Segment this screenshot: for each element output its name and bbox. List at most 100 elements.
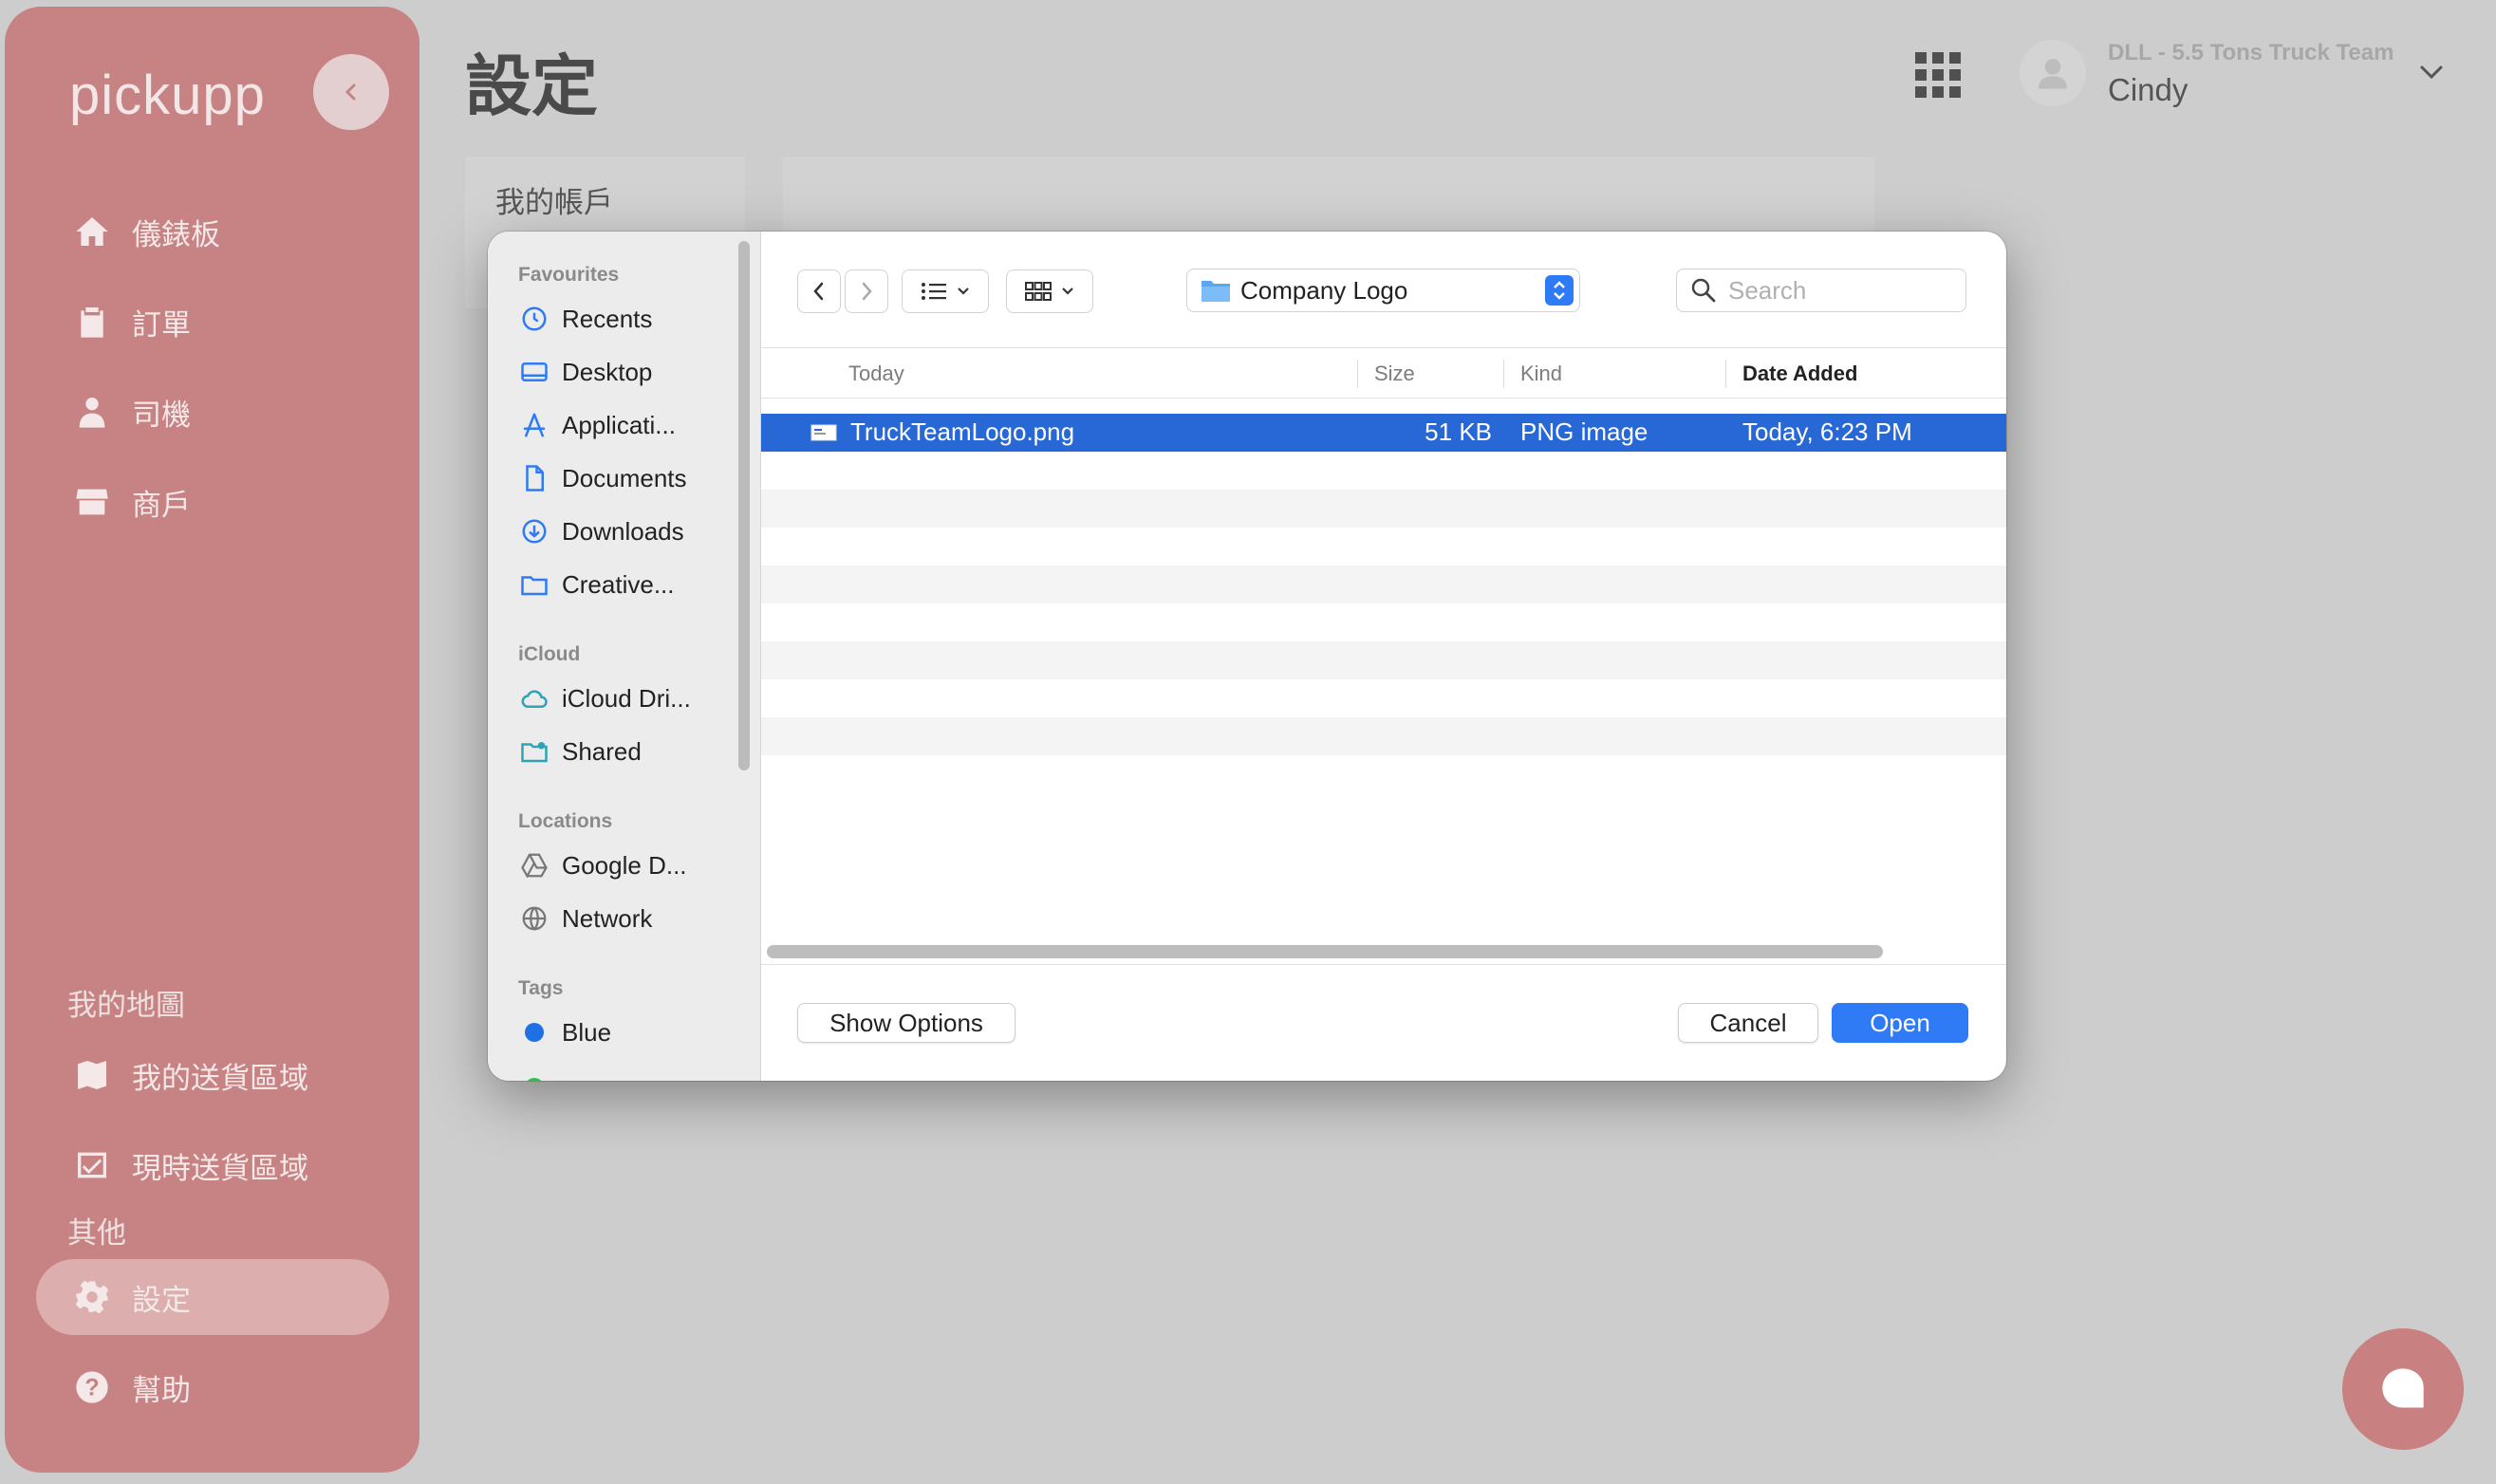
sidebar-item-tag-blue[interactable]: Blue [520, 1013, 611, 1051]
sidebar-item-label: Google D... [562, 850, 687, 880]
sidebar-item-label: Recents [562, 304, 653, 333]
svg-text:?: ? [84, 1374, 99, 1401]
location-popup[interactable]: Company Logo [1186, 269, 1580, 312]
sidebar-item-label: Shared [562, 736, 642, 766]
sidebar-item-label: Blue [562, 1017, 612, 1047]
tag-dot-icon [525, 1023, 544, 1042]
shared-folder-icon [521, 742, 548, 763]
horizontal-scrollbar[interactable] [767, 945, 1883, 958]
sidebar-item-merchants[interactable]: 商戶 [73, 473, 191, 530]
sidebar-item-documents[interactable]: Documents [520, 459, 687, 497]
home-icon [76, 217, 108, 246]
tab-my-account[interactable]: 我的帳戶 [495, 178, 613, 221]
applications-icon [523, 413, 546, 437]
list-icon [922, 283, 946, 300]
sidebar-item-label: Documents [562, 463, 687, 492]
user-name[interactable]: Cindy [2108, 72, 2188, 108]
download-icon [522, 519, 547, 544]
sidebar-item-recents[interactable]: Recents [520, 300, 652, 338]
sidebar-item-orders[interactable]: 訂單 [73, 293, 191, 350]
sidebar-item-label: Network [562, 903, 653, 933]
image-file-icon [810, 424, 837, 441]
sidebar-item-downloads[interactable]: Downloads [520, 512, 684, 550]
app-logo: pickupp [69, 65, 266, 126]
search-input[interactable] [1728, 275, 1947, 306]
sidebar-item-label: Downloads [562, 516, 684, 546]
sidebar-item-label: 儀錶板 [132, 217, 220, 251]
cancel-button[interactable]: Cancel [1678, 1003, 1818, 1043]
tags-heading: Tags [518, 977, 564, 999]
avatar[interactable] [2020, 40, 2086, 106]
search-field[interactable] [1676, 269, 1966, 312]
clock-icon [522, 306, 547, 331]
chat-button[interactable] [2342, 1328, 2464, 1450]
chevron-down-icon [1062, 288, 1073, 295]
column-kind[interactable]: Kind [1520, 348, 1562, 399]
sidebar-scrollbar[interactable] [738, 241, 750, 770]
search-icon [1691, 278, 1716, 303]
sidebar-item-my-delivery-area[interactable]: 我的送貨區域 [73, 1047, 308, 1104]
show-options-button[interactable]: Show Options [797, 1003, 1015, 1043]
sidebar: pickupp 儀錶板 訂單 司機 商戶 我的地圖 我的送貨區域 現時送貨區域 … [5, 7, 419, 1473]
sidebar-item-settings[interactable]: 設定 [73, 1269, 191, 1326]
map-icon [78, 1061, 106, 1089]
list-view-button[interactable] [902, 269, 989, 313]
table-row[interactable]: TruckTeamLogo.png 51 KB PNG image Today,… [761, 414, 2006, 452]
apps-grid-icon[interactable] [1915, 52, 1961, 98]
chevron-right-icon [862, 282, 872, 301]
forward-button[interactable] [845, 269, 888, 313]
dialog-sidebar: Favourites Recents Desktop Applicati... … [488, 232, 761, 1081]
sidebar-item-creative[interactable]: Creative... [520, 566, 675, 603]
sidebar-item-current-delivery-area[interactable]: 現時送貨區域 [73, 1137, 308, 1194]
chevron-left-icon [813, 282, 824, 301]
sidebar-item-desktop[interactable]: Desktop [520, 353, 652, 391]
sidebar-item-label: 訂單 [132, 307, 191, 342]
open-file-dialog: Favourites Recents Desktop Applicati... … [488, 232, 2006, 1081]
location-label: Company Logo [1240, 275, 1408, 305]
footer-divider [761, 964, 2006, 965]
sidebar-item-network[interactable]: Network [520, 900, 652, 937]
sidebar-item-help[interactable]: ? 幫助 [73, 1359, 191, 1416]
sidebar-item-shared[interactable]: Shared [520, 733, 642, 770]
file-kind: PNG image [1520, 417, 1648, 446]
sidebar-item-label: Creative... [562, 569, 675, 599]
chevron-down-icon [958, 288, 969, 295]
column-size[interactable]: Size [1374, 348, 1415, 399]
collapse-sidebar-button[interactable] [313, 54, 389, 130]
sidebar-item-applications[interactable]: Applicati... [520, 406, 676, 444]
sidebar-item-google-drive[interactable]: Google D... [520, 846, 687, 884]
sidebar-item-tag-green[interactable] [520, 1068, 549, 1081]
document-icon [526, 465, 544, 492]
back-button[interactable] [797, 269, 841, 313]
sidebar-item-icloud-drive[interactable]: iCloud Dri... [520, 679, 691, 717]
cloud-icon [521, 690, 548, 708]
team-name: DLL - 5.5 Tons Truck Team [2108, 40, 2394, 65]
sidebar-item-dashboard[interactable]: 儀錶板 [73, 203, 220, 260]
sidebar-item-label: 司機 [132, 398, 191, 432]
column-date-added[interactable]: Date Added [1742, 348, 1857, 399]
grid-view-icon [1025, 282, 1052, 301]
sidebar-item-label: 設定 [132, 1283, 191, 1317]
open-button[interactable]: Open [1832, 1003, 1968, 1043]
driver-icon [79, 398, 105, 428]
gallery-view-button[interactable] [1006, 269, 1093, 313]
store-icon [76, 489, 108, 515]
file-date-added: Today, 6:23 PM [1742, 417, 1912, 446]
section-other: 其他 [67, 1216, 126, 1250]
chevron-left-icon [345, 83, 356, 101]
locations-heading: Locations [518, 810, 613, 832]
chevron-down-icon[interactable] [2418, 63, 2445, 82]
icloud-heading: iCloud [518, 643, 581, 665]
sidebar-item-label: 商戶 [132, 488, 191, 522]
column-name[interactable]: Today [848, 348, 904, 399]
folder-icon [1201, 281, 1230, 302]
globe-icon [522, 906, 547, 931]
column-header-row: Today Size Kind Date Added [761, 347, 2006, 399]
sidebar-item-label: Applicati... [562, 410, 676, 439]
column-divider [1725, 360, 1726, 388]
sidebar-item-drivers[interactable]: 司機 [73, 383, 191, 440]
chat-icon [2382, 1368, 2424, 1408]
checkbox-icon [78, 1152, 106, 1178]
tag-dot-icon [525, 1078, 544, 1081]
clipboard-icon [81, 307, 103, 338]
